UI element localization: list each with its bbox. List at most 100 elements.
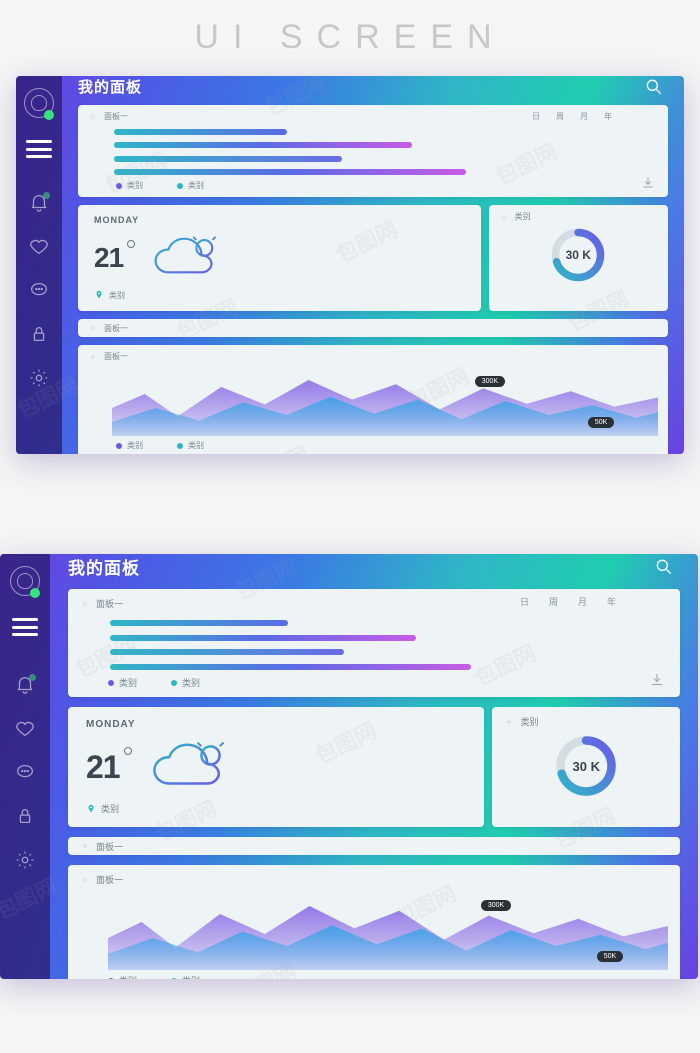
legend-item: 类别 [116, 180, 143, 191]
filter-month[interactable]: 月 [580, 111, 588, 122]
panel-donut: 类别 30 K [489, 205, 668, 311]
dashboard-app-bottom: 包图网包图网包图网 包图网包图网包图网 包图网包图网包图网 包图网包图网包图网 [0, 554, 698, 979]
search-icon[interactable] [644, 77, 664, 97]
donut-title: 类别 [520, 715, 538, 728]
page-heading: UI SCREEN [194, 18, 505, 57]
filter-year[interactable]: 年 [607, 595, 616, 608]
weather-day: MONDAY [86, 719, 472, 730]
page-title: 我的面板 [68, 554, 140, 579]
temperature: 21 [94, 242, 123, 274]
bell-icon[interactable] [28, 192, 50, 212]
filter-day[interactable]: 日 [520, 595, 529, 608]
legend-item: 类别 [171, 974, 200, 979]
weather-day: MONDAY [94, 215, 471, 225]
avatar[interactable] [6, 562, 44, 600]
panel-title: 面板一 [96, 873, 123, 886]
panel-bars: 面板一 日 周 月 年 类别 类别 [78, 105, 668, 197]
gear-icon[interactable] [80, 841, 90, 851]
panel-weather: MONDAY 21 [78, 205, 481, 311]
panel-weather: MONDAY 21 类别 [68, 707, 484, 827]
legend-item: 类别 [177, 440, 204, 451]
main-area: 我的面板 面板一 日 周 月 年 [62, 76, 684, 454]
gear-icon[interactable] [88, 112, 98, 122]
heart-icon[interactable] [14, 718, 36, 738]
degree-icon [127, 240, 135, 248]
temperature: 21 [86, 749, 120, 786]
panel-title: 面板一 [104, 111, 128, 122]
gear-icon[interactable] [14, 850, 36, 870]
header: 我的面板 [50, 554, 698, 579]
heart-icon[interactable] [28, 236, 50, 256]
legend-item: 类别 [108, 974, 137, 979]
panel-strip: 面板一 [78, 319, 668, 337]
panel-title: 面板一 [104, 323, 128, 334]
panel-title: 面板一 [96, 840, 123, 853]
panel-donut: 类别 30 K [492, 707, 680, 827]
download-icon[interactable] [648, 671, 666, 687]
legend-item: 类别 [108, 676, 137, 689]
status-online-dot [30, 588, 40, 598]
bell-icon[interactable] [14, 674, 36, 694]
bar-chart [110, 618, 666, 672]
donut-chart: 30 K [499, 222, 658, 288]
date-filter: 日 周 月 年 [532, 111, 612, 122]
filter-week[interactable]: 周 [549, 595, 558, 608]
weather-location: 类别 [101, 802, 119, 815]
date-filter: 日 周 月 年 [520, 595, 616, 608]
weather-location: 类别 [109, 290, 125, 301]
donut-title: 类别 [515, 211, 531, 222]
panel-area: 面板一 300K 50K 类别 类别 [68, 865, 680, 979]
filter-year[interactable]: 年 [604, 111, 612, 122]
legend-item: 类别 [177, 180, 204, 191]
avatar[interactable] [20, 84, 58, 122]
donut-value: 30 K [573, 759, 600, 774]
panels: 面板一 日 周 月 年 类别 类别 [50, 579, 698, 979]
filter-month[interactable]: 月 [578, 595, 587, 608]
filter-week[interactable]: 周 [556, 111, 564, 122]
notification-dot [43, 192, 50, 199]
gear-icon[interactable] [504, 717, 514, 727]
sidebar [0, 554, 50, 979]
main-area: 我的面板 面板一 日 周 月 年 [50, 554, 698, 979]
lock-icon[interactable] [14, 806, 36, 826]
status-online-dot [44, 110, 54, 120]
location-pin-icon [86, 803, 96, 815]
location-pin-icon [94, 289, 104, 301]
bar-chart [114, 128, 656, 176]
gear-icon[interactable] [80, 599, 90, 609]
degree-icon [124, 747, 132, 755]
gear-icon[interactable] [80, 875, 90, 885]
panels: 面板一 日 周 月 年 类别 类别 [62, 97, 684, 454]
donut-value: 30 K [566, 248, 591, 262]
header: 我的面板 [62, 76, 684, 97]
legend-item: 类别 [116, 440, 143, 451]
data-label: 300K [481, 900, 511, 911]
panel-title: 面板一 [96, 597, 123, 610]
gear-icon[interactable] [28, 368, 50, 388]
data-label: 50K [597, 951, 623, 962]
panel-strip: 面板一 [68, 837, 680, 855]
panel-bars: 面板一 日 周 月 年 类别 类别 [68, 589, 680, 697]
notification-dot [29, 674, 36, 681]
menu-icon[interactable] [12, 618, 38, 636]
page-title: 我的面板 [78, 76, 142, 97]
area-chart: 300K 50K [108, 890, 668, 970]
panel-title: 面板一 [104, 351, 128, 362]
filter-day[interactable]: 日 [532, 111, 540, 122]
area-chart: 300K 50K [112, 366, 658, 436]
dashboard-app-top: 包图网包图网包图网 包图网包图网包图网 包图网包图网包图网 包图网包图网包图网 [16, 76, 684, 454]
weather-cloud-icon [144, 734, 244, 800]
lock-icon[interactable] [28, 324, 50, 344]
chat-icon[interactable] [28, 280, 50, 300]
menu-icon[interactable] [26, 140, 52, 158]
search-icon[interactable] [654, 557, 674, 577]
donut-chart: 30 K [504, 728, 668, 804]
panel-area: 面板一 300K 50K 类别 类别 [78, 345, 668, 454]
legend-item: 类别 [171, 676, 200, 689]
weather-cloud-icon [147, 229, 233, 287]
download-icon[interactable] [640, 175, 656, 189]
gear-icon[interactable] [88, 323, 98, 333]
gear-icon[interactable] [88, 352, 98, 362]
gear-icon[interactable] [499, 212, 509, 222]
chat-icon[interactable] [14, 762, 36, 782]
